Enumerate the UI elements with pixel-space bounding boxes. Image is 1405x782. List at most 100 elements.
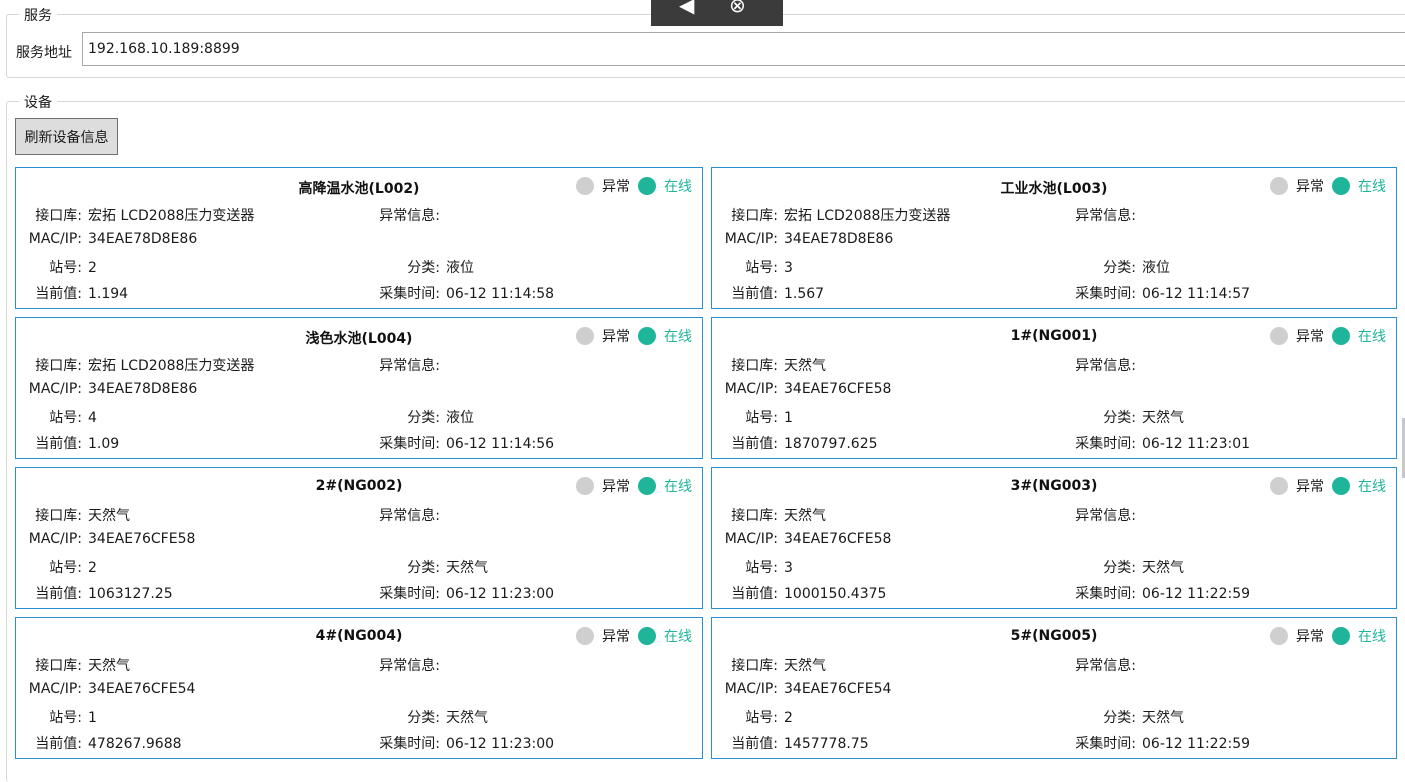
collect-time-row: 采集时间: 06-12 11:14:56 <box>360 433 554 453</box>
device-card: 工业水池(L003) 异常 在线 接口库: 宏拓 LCD2088压力变送器 MAC… <box>711 167 1397 309</box>
category-label: 分类: <box>407 260 440 276</box>
current-value: 1.194 <box>88 286 129 302</box>
service-address-input[interactable] <box>82 32 1405 66</box>
error-info-row: 异常信息: <box>1056 505 1142 525</box>
interface-lib-label: 接口库: <box>35 208 82 224</box>
current-value-row: 当前值: 1.194 <box>24 283 128 303</box>
collect-time-value: 06-12 11:14:57 <box>1142 286 1251 302</box>
online-label: 在线 <box>1358 329 1386 345</box>
close-circle-icon[interactable]: ⊗ <box>729 0 746 17</box>
current-value: 478267.9688 <box>88 736 182 752</box>
abnormal-indicator-icon <box>1270 627 1288 645</box>
category-value: 天然气 <box>1142 710 1184 726</box>
station-value: 2 <box>784 710 793 726</box>
category-value: 天然气 <box>1142 560 1184 576</box>
abnormal-label: 异常 <box>602 329 630 345</box>
station-row: 站号: 1 <box>720 407 793 427</box>
mac-ip-value: 34EAE76CFE54 <box>784 681 892 697</box>
category-row: 分类: 液位 <box>360 257 474 277</box>
mac-ip-label: MAC/IP: <box>28 531 82 547</box>
category-value: 液位 <box>446 260 474 276</box>
current-value-row: 当前值: 1.567 <box>720 283 824 303</box>
mac-ip-row: MAC/IP: 34EAE76CFE54 <box>720 681 892 697</box>
collect-time-row: 采集时间: 06-12 11:23:01 <box>1056 433 1250 453</box>
category-value: 天然气 <box>446 560 488 576</box>
interface-lib-row: 接口库: 天然气 <box>720 655 826 675</box>
station-row: 站号: 3 <box>720 257 793 277</box>
error-info-row: 异常信息: <box>1056 205 1142 225</box>
station-label: 站号: <box>49 410 82 426</box>
station-row: 站号: 2 <box>24 257 97 277</box>
station-value: 1 <box>784 410 793 426</box>
device-status: 异常 在线 <box>576 176 692 196</box>
current-value-row: 当前值: 1870797.625 <box>720 433 877 453</box>
error-info-label: 异常信息: <box>1075 508 1136 524</box>
current-value: 1.09 <box>88 436 120 452</box>
interface-lib-value: 天然气 <box>88 508 130 524</box>
error-info-row: 异常信息: <box>360 355 446 375</box>
mac-ip-value: 34EAE76CFE54 <box>88 681 196 697</box>
current-value-label: 当前值: <box>731 286 778 302</box>
collect-time-value: 06-12 11:23:00 <box>446 586 555 602</box>
device-card-grid: 高降温水池(L002) 异常 在线 接口库: 宏拓 LCD2088压力变送器 MA… <box>15 167 1398 759</box>
collect-time-label: 采集时间: <box>1075 586 1136 602</box>
current-value-label: 当前值: <box>35 286 82 302</box>
abnormal-indicator-icon <box>1270 327 1288 345</box>
abnormal-indicator-icon <box>576 477 594 495</box>
station-label: 站号: <box>745 560 778 576</box>
back-arrow-icon[interactable]: ◀ <box>679 0 694 17</box>
abnormal-indicator-icon <box>576 177 594 195</box>
error-info-row: 异常信息: <box>1056 655 1142 675</box>
station-label: 站号: <box>745 710 778 726</box>
abnormal-indicator-icon <box>1270 477 1288 495</box>
category-row: 分类: 液位 <box>1056 257 1170 277</box>
current-value-row: 当前值: 478267.9688 <box>24 733 182 753</box>
station-label: 站号: <box>49 710 82 726</box>
current-value-row: 当前值: 1.09 <box>24 433 119 453</box>
error-info-row: 异常信息: <box>360 505 446 525</box>
category-value: 天然气 <box>446 710 488 726</box>
mac-ip-row: MAC/IP: 34EAE76CFE58 <box>720 531 892 547</box>
station-row: 站号: 2 <box>24 557 97 577</box>
collect-time-value: 06-12 11:22:59 <box>1142 586 1251 602</box>
current-value-label: 当前值: <box>35 736 82 752</box>
device-status: 异常 在线 <box>576 476 692 496</box>
collect-time-row: 采集时间: 06-12 11:14:57 <box>1056 283 1250 303</box>
category-value: 液位 <box>1142 260 1170 276</box>
collect-time-label: 采集时间: <box>379 436 440 452</box>
online-label: 在线 <box>1358 179 1386 195</box>
category-row: 分类: 天然气 <box>1056 557 1184 577</box>
abnormal-label: 异常 <box>602 629 630 645</box>
category-row: 分类: 天然气 <box>1056 707 1184 727</box>
mac-ip-value: 34EAE76CFE58 <box>784 381 892 397</box>
online-indicator-icon <box>1332 627 1350 645</box>
collect-time-label: 采集时间: <box>1075 436 1136 452</box>
category-label: 分类: <box>1103 260 1136 276</box>
station-row: 站号: 4 <box>24 407 97 427</box>
category-row: 分类: 天然气 <box>360 707 488 727</box>
mac-ip-label: MAC/IP: <box>28 381 82 397</box>
interface-lib-label: 接口库: <box>35 508 82 524</box>
device-status: 异常 在线 <box>576 326 692 346</box>
collect-time-label: 采集时间: <box>379 586 440 602</box>
interface-lib-row: 接口库: 宏拓 LCD2088压力变送器 <box>24 355 254 375</box>
device-card: 高降温水池(L002) 异常 在线 接口库: 宏拓 LCD2088压力变送器 MA… <box>15 167 703 309</box>
online-indicator-icon <box>1332 327 1350 345</box>
interface-lib-label: 接口库: <box>35 658 82 674</box>
mac-ip-label: MAC/IP: <box>28 231 82 247</box>
online-label: 在线 <box>664 329 692 345</box>
error-info-label: 异常信息: <box>1075 208 1136 224</box>
mac-ip-value: 34EAE78D8E86 <box>784 231 894 247</box>
service-address-label: 服务地址 <box>16 45 72 61</box>
mac-ip-row: MAC/IP: 34EAE76CFE58 <box>720 381 892 397</box>
interface-lib-label: 接口库: <box>731 658 778 674</box>
online-label: 在线 <box>1358 629 1386 645</box>
category-row: 分类: 天然气 <box>1056 407 1184 427</box>
abnormal-indicator-icon <box>1270 177 1288 195</box>
error-info-label: 异常信息: <box>379 208 440 224</box>
station-label: 站号: <box>49 260 82 276</box>
refresh-devices-button[interactable]: 刷新设备信息 <box>15 118 118 155</box>
floating-toolbar: ◀ ⊗ <box>651 0 783 26</box>
current-value-row: 当前值: 1063127.25 <box>24 583 172 603</box>
category-label: 分类: <box>407 710 440 726</box>
